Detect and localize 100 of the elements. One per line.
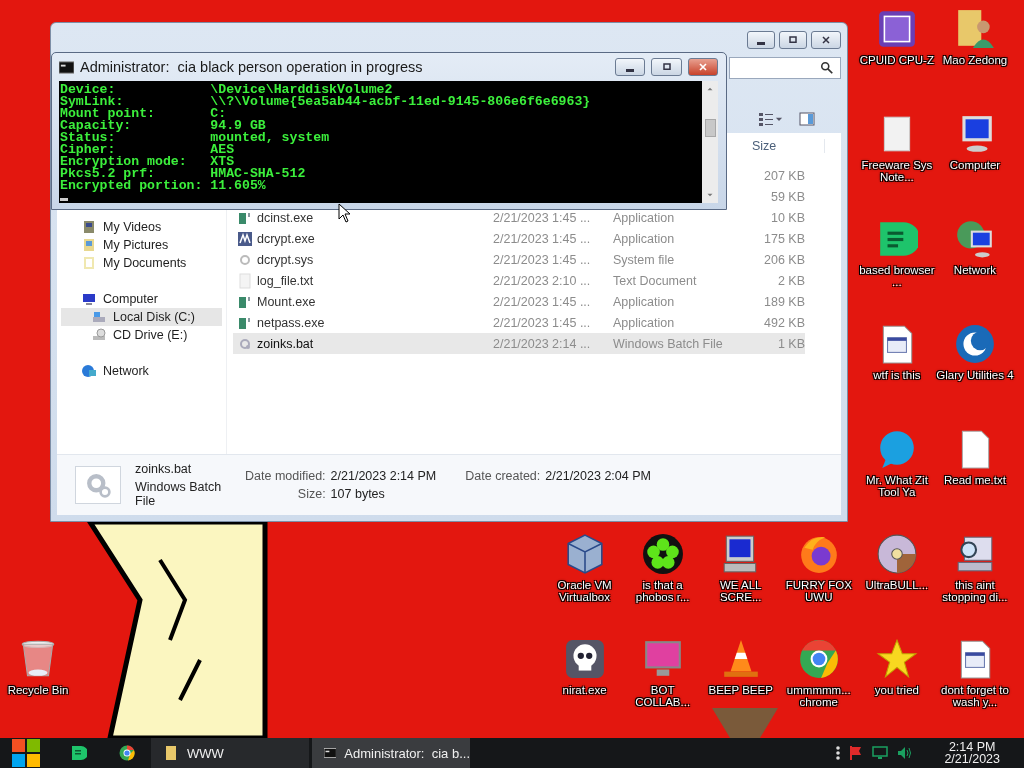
- name-cell: netpass.exe: [257, 315, 325, 330]
- column-header[interactable]: Size: [752, 139, 825, 153]
- type-cell-text: System file: [613, 252, 676, 267]
- console-icon: [59, 59, 74, 75]
- minimize-button[interactable]: [747, 31, 775, 49]
- minimize-icon: [757, 41, 765, 45]
- star-icon: [875, 638, 918, 680]
- size-cell-text: 175 KB: [763, 231, 805, 246]
- flower-icon: [641, 533, 684, 575]
- console-icon: [324, 745, 337, 761]
- file-row[interactable]: dcinst.exe 2/21/2023 1:45 ... Application 10 KB: [233, 207, 805, 228]
- monitor-icon: [872, 745, 889, 761]
- scrollbar[interactable]: [702, 81, 718, 203]
- window-title: Administrator: cia black person operation in progress: [80, 59, 424, 75]
- desktop-shortcut[interactable]: BOT COLLAB...: [623, 638, 702, 708]
- maximize-icon: [660, 61, 673, 73]
- desktop-shortcut[interactable]: Mao Zedong: [935, 8, 1014, 66]
- file-row[interactable]: dcrypt.exe 2/21/2023 1:45 ... Application 175 KB: [233, 228, 805, 249]
- desktop-shortcut[interactable]: Network: [935, 218, 1014, 276]
- maximize-button[interactable]: [779, 31, 807, 49]
- detail-value: 2/21/2023 2:04 PM: [545, 469, 651, 483]
- disc-icon: [875, 533, 918, 575]
- nav-item[interactable]: My Videos: [61, 218, 222, 236]
- desktop-shortcut[interactable]: this aint stopping di...: [935, 533, 1014, 603]
- file-row[interactable]: log_file.txt 2/21/2023 2:10 ... Text Document 2 KB: [233, 270, 805, 291]
- console-line: Capacity: 94.9 GB: [60, 120, 266, 132]
- nav-item[interactable]: Local Disk (C:): [61, 308, 222, 326]
- nav-item[interactable]: Network: [61, 362, 222, 380]
- file-row[interactable]: dcrypt.sys 2/21/2023 1:45 ... System file 206 KB: [233, 249, 805, 270]
- desktop-shortcut[interactable]: you tried: [857, 638, 936, 696]
- desktop-shortcut[interactable]: FURRY FOX UWU: [779, 533, 858, 603]
- console-line: Status: mounted, system: [60, 132, 331, 144]
- text-cursor: [60, 198, 68, 201]
- desktop-shortcut[interactable]: wtf is this: [857, 323, 936, 381]
- file-row[interactable]: Mount.exe 2/21/2023 1:45 ... Application 189 KB: [233, 291, 805, 312]
- type-cell-text: Text Document: [613, 273, 698, 288]
- date-cell-text: 2/21/2023 1:45 ...: [493, 231, 592, 246]
- detail-label: Size:: [296, 487, 326, 501]
- desktop-shortcut[interactable]: Computer: [935, 113, 1014, 171]
- desktop-shortcut[interactable]: UltraBULL...: [857, 533, 936, 591]
- file-name: zoinks.bat: [135, 462, 193, 476]
- size-cell-text: 1 KB: [776, 336, 805, 351]
- search-field[interactable]: [729, 57, 841, 79]
- type-cell-text: Application: [613, 231, 676, 246]
- desktop-shortcut[interactable]: BEEP BEEP: [701, 638, 780, 696]
- clock[interactable]: 2:14 PM 2/21/2023: [944, 741, 1000, 765]
- file-type: Windows Batch File: [135, 480, 223, 508]
- scroll-thumb[interactable]: [704, 119, 716, 137]
- desktop-shortcut[interactable]: WE ALL SCRE...: [701, 533, 780, 603]
- name-cell: Mount.exe: [257, 294, 316, 309]
- maximize-icon: [787, 34, 799, 46]
- date-cell-text: 2/21/2023 1:45 ...: [493, 210, 592, 225]
- desktop-shortcut[interactable]: Mr. What Zit Tool Ya: [857, 428, 936, 498]
- desktop-shortcut[interactable]: is that a phobos r...: [623, 533, 702, 603]
- crescent-icon: [953, 323, 996, 365]
- desktop-shortcut[interactable]: Freeware Sys Note...: [857, 113, 936, 183]
- desktop-shortcut[interactable]: CPUID CPU-Z: [857, 8, 936, 66]
- computer-icon: [81, 291, 97, 307]
- taskbar-window-button[interactable]: WWW: [151, 738, 309, 768]
- desktop-shortcut[interactable]: ummmmm... chrome: [779, 638, 858, 708]
- nav-item[interactable]: CD Drive (E:): [61, 326, 222, 344]
- drive-icon: [91, 309, 107, 325]
- desktop-shortcut[interactable]: Read me.txt: [935, 428, 1014, 486]
- file-row[interactable]: zoinks.bat 2/21/2023 2:14 ... Windows Batch File 1 KB: [233, 333, 805, 354]
- search-icon: [820, 61, 834, 75]
- date-cell-text: 2/21/2023 1:45 ...: [493, 252, 592, 267]
- type-cell-text: Application: [613, 294, 676, 309]
- browser-icon: [797, 638, 840, 680]
- detail-value: 107 bytes: [330, 487, 386, 501]
- gear-icon: [84, 471, 112, 499]
- date-cell-text: 2/21/2023 1:45 ...: [493, 294, 592, 309]
- close-button[interactable]: [688, 58, 718, 76]
- detail-value: 2/21/2023 2:14 PM: [330, 469, 437, 483]
- close-icon: [697, 61, 709, 73]
- console-line: Encrypted portion: 11.605%: [60, 180, 267, 192]
- nav-item[interactable]: My Documents: [61, 254, 222, 272]
- disc-drive-icon: [91, 327, 107, 343]
- close-button[interactable]: [811, 31, 841, 49]
- type-cell-text: Application: [613, 315, 676, 330]
- maximize-button[interactable]: [651, 58, 682, 76]
- desktop-shortcut[interactable]: Glary Utilities 4: [935, 323, 1014, 381]
- desktop-shortcut[interactable]: Recycle Bin: [0, 638, 77, 696]
- desktop-shortcut[interactable]: nirat.exe: [545, 638, 624, 696]
- type-cell-text: Windows Batch File: [613, 336, 724, 351]
- preview-pane-button[interactable]: [797, 111, 817, 127]
- taskbar-window-button[interactable]: Administrator: cia b...: [312, 738, 470, 768]
- desktop-shortcut[interactable]: based browser ...: [857, 218, 936, 288]
- skull-icon: [563, 638, 606, 680]
- nav-item[interactable]: Computer: [61, 290, 222, 308]
- folder-icon: [163, 745, 179, 761]
- desktop-shortcut[interactable]: dont forget to wash y...: [935, 638, 1014, 708]
- desktop-shortcut[interactable]: Oracle VM Virtualbox: [545, 533, 624, 603]
- more-options-icon[interactable]: [836, 746, 841, 760]
- close-icon: [820, 34, 832, 46]
- minimize-button[interactable]: [615, 58, 645, 76]
- file-row[interactable]: netpass.exe 2/21/2023 1:45 ... Application 492 KB: [233, 312, 805, 333]
- size-cell-text: 2 KB: [776, 273, 805, 288]
- minimize-icon: [626, 68, 634, 72]
- name-cell: dcrypt.exe: [257, 231, 315, 246]
- nav-item[interactable]: My Pictures: [61, 236, 222, 254]
